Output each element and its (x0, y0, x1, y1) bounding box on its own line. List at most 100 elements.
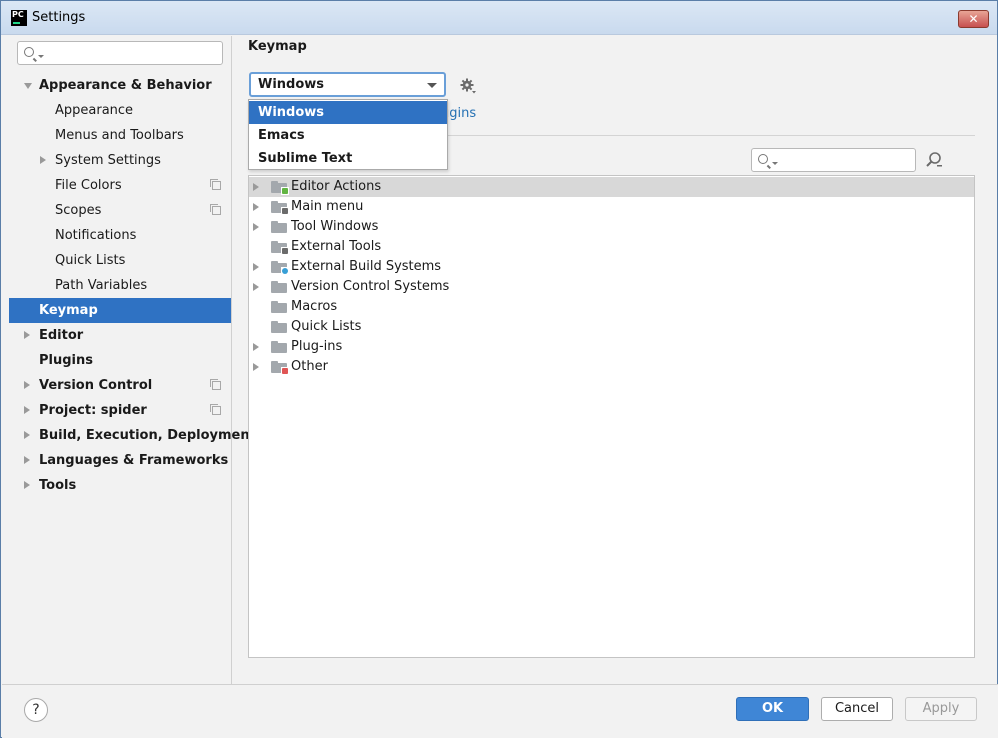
folder-icon (271, 281, 287, 293)
pycharm-app-icon: PC (11, 10, 27, 26)
action-row-label: Other (291, 359, 328, 374)
search-icon (758, 154, 768, 164)
action-row-version-control-systems[interactable]: Version Control Systems (249, 277, 974, 297)
sidebar-item-tools[interactable]: Tools (9, 473, 231, 498)
folder-icon (271, 221, 287, 233)
keymap-combo[interactable]: Windows (249, 72, 446, 97)
sidebar-item-languages-frameworks[interactable]: Languages & Frameworks (9, 448, 231, 473)
sidebar-item-editor[interactable]: Editor (9, 323, 231, 348)
action-row-label: Macros (291, 299, 338, 314)
action-row-plug-ins[interactable]: Plug-ins (249, 337, 974, 357)
chevron-right-icon[interactable] (253, 223, 259, 231)
close-window-button[interactable]: ✕ (958, 10, 989, 28)
editor-folder-icon (271, 181, 289, 195)
chevron-right-icon[interactable] (40, 156, 46, 164)
chevron-right-icon[interactable] (24, 381, 30, 389)
settings-window: PC Settings ✕ Appearance & Behavior Appea… (0, 0, 998, 738)
page-title: Keymap (248, 39, 307, 54)
dialog-footer: ? OK Cancel Apply (2, 684, 998, 738)
sidebar-item-label: Keymap (39, 303, 98, 318)
build-folder-icon (271, 261, 289, 275)
sidebar-item-menus-and-toolbars[interactable]: Menus and Toolbars (9, 123, 231, 148)
sidebar-item-label: Tools (39, 478, 77, 493)
sidebar-item-label: Menus and Toolbars (55, 128, 184, 143)
action-row-other[interactable]: Other (249, 357, 974, 377)
action-search-input[interactable] (751, 148, 916, 172)
keymap-option-emacs[interactable]: Emacs (249, 124, 447, 147)
other-folder-icon (271, 361, 289, 375)
sidebar-item-build-execution-deployment[interactable]: Build, Execution, Deployment (9, 423, 256, 448)
keymap-option-sublime-text[interactable]: Sublime Text (249, 147, 447, 170)
gear-icon[interactable] (459, 77, 477, 95)
find-by-shortcut-icon[interactable] (925, 151, 943, 169)
chevron-down-icon[interactable] (24, 83, 32, 89)
sidebar-item-keymap[interactable]: Keymap (9, 298, 231, 323)
sidebar-item-label: Appearance & Behavior (39, 78, 212, 93)
action-row-label: Main menu (291, 199, 364, 214)
chevron-right-icon[interactable] (24, 456, 30, 464)
action-row-label: Quick Lists (291, 319, 362, 334)
folder-icon (271, 321, 287, 333)
chevron-right-icon[interactable] (24, 406, 30, 414)
keymap-combo-value: Windows (258, 77, 325, 92)
chevron-right-icon[interactable] (24, 431, 30, 439)
help-button[interactable]: ? (24, 698, 48, 722)
search-history-caret-icon[interactable] (38, 55, 44, 58)
sidebar-item-file-colors[interactable]: File Colors (9, 173, 231, 198)
sidebar-item-label: Editor (39, 328, 84, 343)
chevron-right-icon[interactable] (24, 481, 30, 489)
sidebar-item-path-variables[interactable]: Path Variables (9, 273, 231, 298)
search-history-caret-icon[interactable] (772, 162, 778, 165)
menu-folder-icon (271, 201, 289, 215)
action-row-label: Version Control Systems (291, 279, 450, 294)
window-title: Settings (32, 10, 86, 25)
sidebar-item-label: Appearance (55, 103, 134, 118)
project-level-icon (210, 404, 221, 415)
apply-button[interactable]: Apply (905, 697, 977, 721)
chevron-down-icon (427, 83, 437, 88)
sidebar-item-label: File Colors (55, 178, 122, 193)
sidebar-item-label: Scopes (55, 203, 102, 218)
sidebar-item-scopes[interactable]: Scopes (9, 198, 231, 223)
action-row-main-menu[interactable]: Main menu (249, 197, 974, 217)
title-bar[interactable]: PC Settings ✕ (1, 1, 997, 35)
sidebar-item-label: Project: spider (39, 403, 147, 418)
folder-icon (271, 341, 287, 353)
sidebar-item-notifications[interactable]: Notifications (9, 223, 231, 248)
action-row-tool-windows[interactable]: Tool Windows (249, 217, 974, 237)
action-row-macros[interactable]: Macros (249, 297, 974, 317)
search-icon (24, 47, 34, 57)
sidebar-item-project-spider[interactable]: Project: spider (9, 398, 231, 423)
sidebar-item-system-settings[interactable]: System Settings (9, 148, 231, 173)
chevron-right-icon[interactable] (253, 263, 259, 271)
ok-button[interactable]: OK (736, 697, 809, 721)
sidebar-item-label: Version Control (39, 378, 153, 393)
chevron-right-icon[interactable] (253, 343, 259, 351)
chevron-right-icon[interactable] (253, 283, 259, 291)
chevron-right-icon[interactable] (24, 331, 30, 339)
sidebar-item-appearance[interactable]: Appearance (9, 98, 231, 123)
chevron-right-icon[interactable] (253, 363, 259, 371)
settings-search-input[interactable] (17, 41, 223, 65)
chevron-right-icon[interactable] (253, 203, 259, 211)
project-level-icon (210, 179, 221, 190)
sidebar-item-label: Build, Execution, Deployment (39, 428, 256, 443)
keymap-option-windows[interactable]: Windows (249, 101, 447, 124)
action-row-external-build-systems[interactable]: External Build Systems (249, 257, 974, 277)
action-row-quick-lists[interactable]: Quick Lists (249, 317, 974, 337)
sidebar-item-appearance-behavior[interactable]: Appearance & Behavior (9, 73, 231, 98)
sidebar-item-label: Path Variables (55, 278, 148, 293)
chevron-right-icon[interactable] (253, 183, 259, 191)
action-row-label: Editor Actions (291, 179, 382, 194)
sidebar-item-plugins[interactable]: Plugins (9, 348, 231, 373)
action-row-label: External Build Systems (291, 259, 442, 274)
action-row-external-tools[interactable]: External Tools (249, 237, 974, 257)
cancel-button[interactable]: Cancel (821, 697, 893, 721)
project-level-icon (210, 379, 221, 390)
sidebar-item-version-control[interactable]: Version Control (9, 373, 231, 398)
sidebar-item-quick-lists[interactable]: Quick Lists (9, 248, 231, 273)
tools-folder-icon (271, 241, 289, 255)
sidebar-item-label: System Settings (55, 153, 161, 168)
action-row-editor-actions[interactable]: Editor Actions (249, 177, 974, 197)
project-level-icon (210, 204, 221, 215)
